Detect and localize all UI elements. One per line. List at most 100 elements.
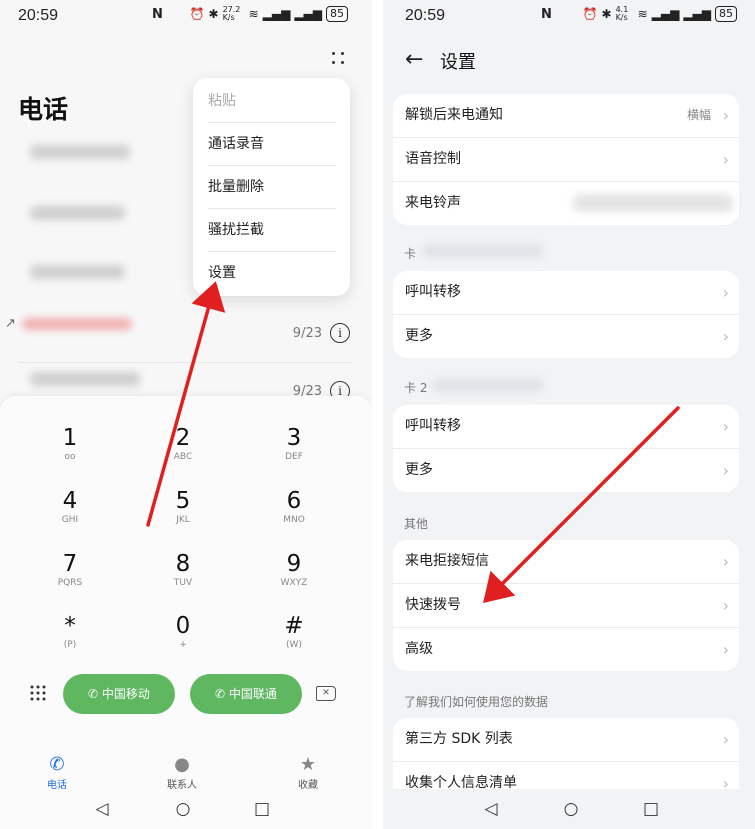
tab-contacts[interactable]: ● 联系人 [147,754,217,791]
bluetooth-icon: ✱ [208,7,219,21]
network-speed: 4.1 K/s [615,5,629,22]
chevron-right-icon: › [722,640,729,659]
phone-app-screen: 20:59 N ⏰ ✱ 27.2 K/s ≋ ▂▄▆ ▂▄▆ 85 电话 ↗ 9… [0,0,372,829]
alarm-icon: ⏰ [189,7,205,21]
status-time: 20:59 [18,7,59,24]
dial-key-1[interactable]: 1 ᴏᴏ [20,424,120,480]
page-title: 电话 [18,95,69,124]
dial-key-3[interactable]: 3 DEF [244,424,344,480]
tab-favorites[interactable]: ★ 收藏 [273,754,343,791]
status-time: 20:59 [405,7,446,24]
system-nav-bar: ◁ ○ □ [383,789,755,829]
menu-item-settings[interactable]: 设置 [208,252,336,294]
blurred-contact [30,206,125,220]
menu-item-spam-block[interactable]: 骚扰拦截 [208,209,336,252]
chevron-right-icon: › [722,283,729,302]
dialpad-toggle-icon[interactable] [30,685,46,701]
call-button-sim1[interactable]: ✆ 中国移动 [63,674,175,714]
dial-key-7[interactable]: 7 PQRS [20,550,120,606]
nav-recents-icon[interactable]: □ [252,799,272,819]
row-reject-sms[interactable]: 来电拒接短信 › [393,540,739,584]
row-ringtone[interactable]: 来电铃声 [393,182,739,225]
signal-icon: ▂▄▆ [651,7,680,21]
nav-home-icon[interactable]: ○ [561,799,581,819]
wifi-icon: ≋ [248,7,259,21]
call-date: 9/23 [292,326,322,341]
dial-key-8[interactable]: 8 TUV [133,550,233,606]
row-voice-control[interactable]: 语音控制 › [393,138,739,182]
blurred-ringtone [573,194,733,212]
section-label-card1: 卡 [404,247,417,261]
row-call-forwarding-1[interactable]: 呼叫转移 › [393,271,739,315]
row-third-party-sdk[interactable]: 第三方 SDK 列表 › [393,718,739,762]
menu-item-batch-delete[interactable]: 批量删除 [208,166,336,209]
battery-icon: 85 [715,6,737,22]
settings-screen: 20:59 N ⏰ ✱ 4.1 K/s ≋ ▂▄▆ ▂▄▆ 85 ← 设置 解锁… [383,0,755,829]
nav-back-icon[interactable]: ◁ [481,799,501,819]
dial-key-9[interactable]: 9 WXYZ [244,550,344,606]
tab-phone[interactable]: ✆ 电话 [22,754,92,791]
call-log-row[interactable]: 9/23 i [18,306,352,363]
dial-key-6[interactable]: 6 MNO [244,487,344,543]
blurred-contact [30,265,125,279]
dialpad: 1 ᴏᴏ 2 ABC 3 DEF 4 GHI 5 JKL 6 MNO 7 PQRS 8 TUV … [0,396,372,829]
dial-key-hash[interactable]: # (W) [244,612,344,668]
status-bar: 20:59 N ⏰ ✱ 4.1 K/s ≋ ▂▄▆ ▂▄▆ 85 [383,0,755,32]
settings-group-other: 来电拒接短信 › 快速拨号 › 高级 › [393,540,739,671]
dial-key-5[interactable]: 5 JKL [133,487,233,543]
chevron-right-icon: › [722,327,729,346]
signal-icon-2: ▂▄▆ [294,7,322,21]
settings-group-card1: 呼叫转移 › 更多 › [393,271,739,358]
settings-group-notifications: 解锁后来电通知 横幅 › 语音控制 › 来电铃声 [393,94,739,225]
dial-key-2[interactable]: 2 ABC [133,424,233,480]
row-speed-dial[interactable]: 快速拨号 › [393,584,739,628]
chevron-right-icon: › [722,417,729,436]
star-icon: ★ [299,754,317,775]
status-bar: 20:59 N ⏰ ✱ 27.2 K/s ≋ ▂▄▆ ▂▄▆ 85 [0,0,372,32]
chevron-right-icon: › [722,596,729,615]
row-more-1[interactable]: 更多 › [393,315,739,358]
dial-key-star[interactable]: * (P) [20,612,120,668]
row-unlock-notification[interactable]: 解锁后来电通知 横幅 › [393,94,739,138]
bluetooth-icon: ✱ [601,7,612,21]
signal-icon-2: ▂▄▆ [683,7,711,21]
backspace-icon[interactable]: ✕ [316,686,336,701]
phone-icon: ✆ [215,687,229,701]
call-button-sim2[interactable]: ✆ 中国联通 [190,674,302,714]
chevron-right-icon: › [722,461,729,480]
missed-call-icon: ↗ [5,316,16,331]
dial-key-4[interactable]: 4 GHI [20,487,120,543]
phone-icon: ✆ [88,687,102,701]
row-advanced[interactable]: 高级 › [393,628,739,671]
battery-icon: 85 [326,6,348,22]
back-arrow-icon[interactable]: ← [405,47,423,72]
page-title: 设置 [440,52,476,73]
signal-icon: ▂▄▆ [262,7,291,21]
settings-group-card2: 呼叫转移 › 更多 › [393,405,739,492]
menu-item-paste[interactable]: 粘贴 [208,80,336,123]
nav-home-icon[interactable]: ○ [173,799,193,819]
blurred-carrier [433,378,543,392]
phone-icon: ✆ [49,754,65,775]
network-speed: 27.2 K/s [222,5,241,22]
nav-recents-icon[interactable]: □ [641,799,661,819]
chevron-right-icon: › [722,106,729,125]
system-nav-bar: ◁ ○ □ [0,789,372,829]
menu-item-call-recording[interactable]: 通话录音 [208,123,336,166]
row-more-2[interactable]: 更多 › [393,449,739,492]
chevron-right-icon: › [722,552,729,571]
blurred-contact [30,145,130,159]
row-call-forwarding-2[interactable]: 呼叫转移 › [393,405,739,449]
dial-key-0[interactable]: 0 + [133,612,233,668]
info-icon[interactable]: i [330,323,350,343]
section-label-other: 其他 [404,517,429,531]
overflow-menu: 粘贴 通话录音 批量删除 骚扰拦截 设置 [193,78,350,296]
nfc-icon: N [541,7,552,22]
nfc-icon: N [152,7,163,22]
alarm-icon: ⏰ [582,7,598,21]
section-label-card2: 卡 2 [404,381,428,395]
person-icon: ● [174,754,190,775]
more-menu-icon[interactable] [328,48,348,68]
section-label-data: 了解我们如何使用您的数据 [404,695,549,709]
nav-back-icon[interactable]: ◁ [92,799,112,819]
